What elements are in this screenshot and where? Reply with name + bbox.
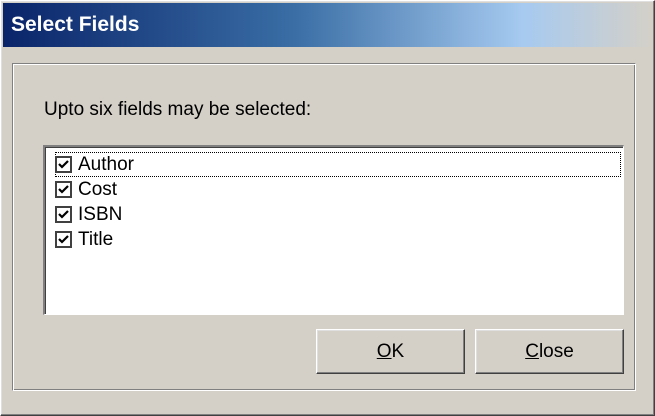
checkbox-cost[interactable] [55,181,72,198]
ok-label-rest: K [391,340,405,362]
window-title: Select Fields [11,13,140,36]
title-bar[interactable]: Select Fields [3,3,652,47]
close-label-rest: lose [538,340,574,362]
list-item-title[interactable]: Title [55,227,113,252]
list-item-author[interactable]: Author [55,152,621,177]
item-label: Cost [78,178,118,200]
list-item-isbn[interactable]: ISBN [55,202,122,227]
checkbox-isbn[interactable] [55,206,72,223]
list-item-cost[interactable]: Cost [55,177,117,202]
checkbox-title[interactable] [55,231,72,248]
ok-button[interactable]: OK [316,329,465,374]
checkmark-icon [58,210,69,219]
item-label: Author [78,153,134,175]
item-label: ISBN [78,203,123,225]
checkmark-icon [58,185,69,194]
item-label: Title [78,228,114,250]
close-button[interactable]: Close [475,329,624,374]
close-mnemonic: C [525,340,539,362]
ok-mnemonic: O [376,340,392,362]
checkbox-author[interactable] [55,156,72,173]
checkmark-icon [58,235,69,244]
fields-checklist[interactable]: Author Cost ISBN Title [43,145,624,315]
selection-prompt: Upto six fields may be selected: [44,99,312,120]
checkmark-icon [58,160,69,169]
